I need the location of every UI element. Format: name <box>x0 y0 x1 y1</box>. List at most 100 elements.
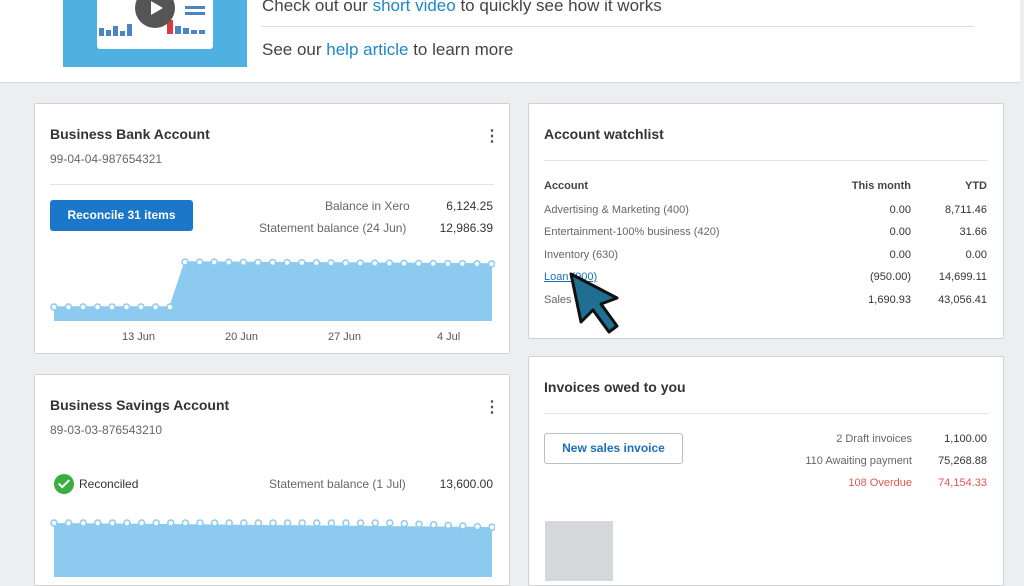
chart-point <box>327 519 336 527</box>
chart-point <box>93 303 102 311</box>
banner-divider <box>262 26 974 27</box>
chart-point <box>487 260 495 268</box>
account-name[interactable]: Inventory (630) <box>544 249 618 261</box>
chart-point <box>283 258 291 267</box>
overdue-link[interactable]: 108 Overdue <box>749 477 912 489</box>
chart-point <box>473 522 482 531</box>
axis-label: 13 Jun <box>122 331 156 343</box>
overdue-value: 74,154.33 <box>938 477 987 489</box>
divider <box>50 184 494 185</box>
chart-point <box>400 259 408 268</box>
video-text: Check out our short video to quickly see… <box>262 0 662 16</box>
chart-point <box>195 258 204 266</box>
chart-point <box>181 519 190 527</box>
invoices-owed-card: Invoices owed to you New sales invoice 2… <box>528 356 1004 586</box>
chart-point <box>429 521 438 529</box>
chart-point <box>137 303 145 311</box>
chart-point <box>371 259 379 267</box>
chart-point <box>385 259 394 268</box>
chart-point <box>429 259 437 268</box>
chart-point <box>79 303 87 311</box>
this-month-value: 1,690.93 <box>868 294 911 306</box>
column-header-account: Account <box>544 180 588 192</box>
chart-point <box>122 303 131 311</box>
more-options-icon[interactable]: ⋮ <box>484 129 500 145</box>
chart-point <box>196 519 204 527</box>
help-text: See our help article to learn more <box>262 40 514 59</box>
chart-point <box>152 519 160 527</box>
ytd-value: 43,056.41 <box>938 294 987 306</box>
ytd-value: 8,711.46 <box>944 204 987 216</box>
chart-point <box>327 259 335 267</box>
chart-point <box>50 303 58 311</box>
cursor-icon <box>569 272 619 334</box>
savings-account-title[interactable]: Business Savings Account <box>50 397 229 413</box>
check-icon <box>54 474 74 494</box>
reconciled-status: Reconciled <box>79 477 139 491</box>
bank-account-title[interactable]: Business Bank Account <box>50 126 210 142</box>
bank-balance-chart <box>50 258 495 321</box>
chart-point <box>458 259 467 268</box>
balance-xero-value: 6,124.25 <box>446 199 493 213</box>
chart-point <box>254 258 262 267</box>
chart-point <box>50 519 58 527</box>
chart-point <box>254 519 263 527</box>
invoices-title: Invoices owed to you <box>544 379 686 395</box>
bank-account-number: 99-04-04-987654321 <box>50 152 163 166</box>
savings-account-card: Business Savings Account 89-03-03-876543… <box>34 374 510 586</box>
chart-point <box>94 519 102 527</box>
more-options-icon[interactable]: ⋮ <box>484 400 500 416</box>
chart-point <box>269 519 277 527</box>
chart-point <box>210 519 219 527</box>
chart-point <box>444 259 452 268</box>
watchlist-row: Advertising & Marketing (400) 0.00 8,711… <box>529 204 1003 226</box>
draft-invoices-link[interactable]: 2 Draft invoices <box>749 433 912 445</box>
divider <box>544 160 988 161</box>
chart-point <box>298 519 306 527</box>
ytd-value: 14,699.11 <box>938 271 987 283</box>
invoice-chart-bar <box>545 521 613 581</box>
account-name[interactable]: Entertainment-100% business (420) <box>544 226 719 238</box>
chart-point <box>444 521 452 530</box>
statement-balance-label: Statement balance (1 Jul) <box>269 477 406 491</box>
ytd-value: 31.66 <box>959 226 987 238</box>
chart-point <box>64 303 73 311</box>
chart-point <box>137 519 146 527</box>
chart-point <box>283 519 292 527</box>
axis-label: 4 Jul <box>437 331 461 343</box>
chart-point <box>151 303 160 311</box>
short-video-link[interactable]: short video <box>373 0 456 15</box>
account-name[interactable]: Advertising & Marketing (400) <box>544 204 689 216</box>
chart-point <box>225 258 233 267</box>
chart-point <box>414 259 423 268</box>
help-article-link[interactable]: help article <box>326 40 408 59</box>
divider <box>544 413 988 414</box>
video-thumbnail[interactable] <box>63 0 247 67</box>
this-month-value: (950.00) <box>870 271 911 283</box>
draft-invoices-value: 1,100.00 <box>944 433 987 445</box>
new-sales-invoice-button[interactable]: New sales invoice <box>544 433 683 464</box>
awaiting-payment-value: 75,268.88 <box>938 455 987 467</box>
axis-label: 27 Jun <box>328 331 362 343</box>
chart-point <box>356 519 365 527</box>
bank-account-card: Business Bank Account 99-04-04-987654321… <box>34 103 510 354</box>
statement-balance-value: 12,986.39 <box>439 221 493 235</box>
savings-balance-chart <box>50 519 495 577</box>
chart-point <box>415 520 423 528</box>
column-header-ytd: YTD <box>965 180 987 192</box>
chart-point <box>64 519 73 527</box>
chart-point <box>108 519 117 527</box>
awaiting-payment-link[interactable]: 110 Awaiting payment <box>749 455 912 467</box>
chart-point <box>166 303 174 311</box>
chart-point <box>167 519 175 527</box>
chart-point <box>210 258 218 266</box>
ytd-value: 0.00 <box>965 249 987 261</box>
chart-point <box>268 258 277 267</box>
chart-point <box>488 523 495 531</box>
chart-point <box>79 519 87 527</box>
chart-point <box>313 519 321 527</box>
reconcile-button[interactable]: Reconcile 31 items <box>50 200 193 231</box>
chart-point <box>298 258 306 267</box>
chart-point <box>239 258 248 267</box>
chart-point <box>181 258 189 266</box>
